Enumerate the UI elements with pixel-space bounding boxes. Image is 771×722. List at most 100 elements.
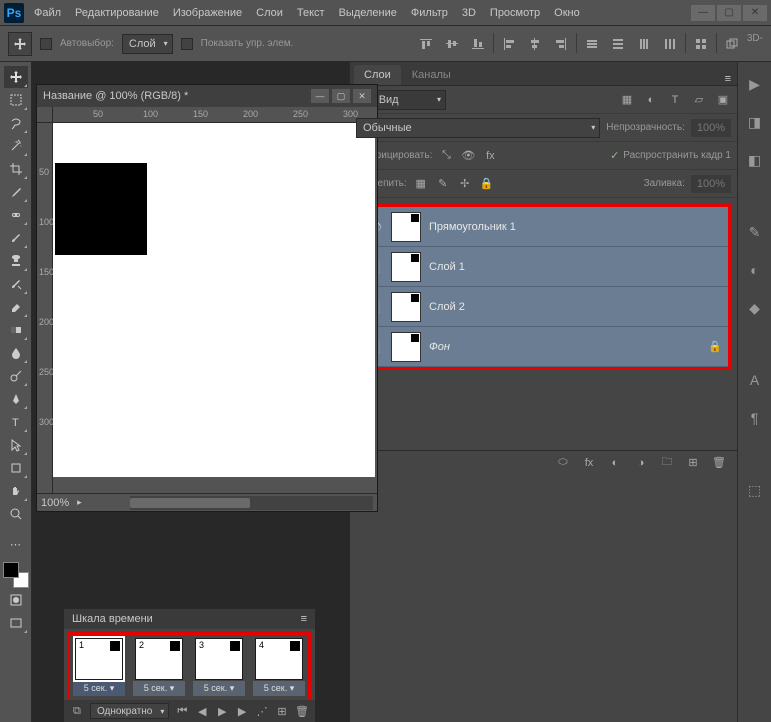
- layer-name[interactable]: Слой 1: [429, 261, 465, 273]
- ruler-horizontal[interactable]: 50 100 150 200 250 300: [53, 107, 377, 123]
- ruler-vertical[interactable]: 50 100 150 200 250 300: [37, 123, 53, 493]
- delete-layer-icon[interactable]: 🗑: [711, 455, 727, 471]
- autoalign-icon[interactable]: [690, 33, 712, 55]
- tab-channels[interactable]: Каналы: [402, 65, 461, 85]
- new-layer-icon[interactable]: ⊞: [685, 455, 701, 471]
- dodge-tool[interactable]: [4, 365, 28, 387]
- convert-timeline-icon[interactable]: ⧉: [70, 703, 84, 719]
- layer-thumb[interactable]: [391, 212, 421, 242]
- frame-delay-4[interactable]: 5 сек. ▾: [253, 681, 305, 696]
- history-dock-icon[interactable]: ▶: [743, 72, 767, 96]
- foreground-color-swatch[interactable]: [3, 562, 19, 578]
- tween-icon[interactable]: ⋰: [255, 703, 269, 719]
- unify-position-icon[interactable]: ⤡: [438, 148, 454, 164]
- autoselect-scope-dropdown[interactable]: Слой: [122, 34, 173, 54]
- layer-name[interactable]: Слой 2: [429, 301, 465, 313]
- stamp-tool[interactable]: [4, 250, 28, 272]
- screenmode-button[interactable]: [4, 612, 28, 634]
- gradient-tool[interactable]: [4, 319, 28, 341]
- zoom-level[interactable]: 100%: [41, 497, 69, 509]
- layer-fx-icon[interactable]: fx: [581, 455, 597, 471]
- layer-row[interactable]: Фон 🔒: [359, 327, 728, 367]
- align-left-icon[interactable]: [498, 33, 520, 55]
- fill-field[interactable]: 100%: [691, 175, 731, 193]
- menu-layers[interactable]: Слои: [254, 4, 285, 22]
- adjustments-dock-icon[interactable]: ◐: [743, 258, 767, 282]
- menu-3d[interactable]: 3D: [460, 4, 478, 22]
- color-dock-icon[interactable]: ◨: [743, 110, 767, 134]
- lock-paint-icon[interactable]: ✎: [435, 176, 451, 192]
- filter-pixel-icon[interactable]: ▦: [619, 92, 635, 108]
- layer-name[interactable]: Прямоугольник 1: [429, 221, 516, 233]
- opacity-field[interactable]: 100%: [691, 119, 731, 137]
- frame-delay-2[interactable]: 5 сек. ▾: [133, 681, 185, 696]
- quickmask-button[interactable]: [4, 589, 28, 611]
- timeline-header[interactable]: Шкала времени ≡: [64, 609, 315, 629]
- zoom-tool[interactable]: [4, 503, 28, 525]
- autoselect-checkbox[interactable]: [40, 38, 52, 50]
- brushes-dock-icon[interactable]: ✎: [743, 220, 767, 244]
- align-top-icon[interactable]: [415, 33, 437, 55]
- crop-tool[interactable]: [4, 158, 28, 180]
- canvas[interactable]: [53, 123, 375, 477]
- align-hcenter-icon[interactable]: [524, 33, 546, 55]
- unify-visibility-icon[interactable]: 👁: [460, 148, 476, 164]
- frame-1[interactable]: 1 5 сек. ▾: [73, 638, 125, 696]
- eyedropper-tool[interactable]: [4, 181, 28, 203]
- prev-frame-icon[interactable]: ◀: [195, 703, 209, 719]
- brush-tool[interactable]: [4, 227, 28, 249]
- lock-all-icon[interactable]: 🔒: [479, 176, 495, 192]
- filter-smart-icon[interactable]: ▣: [715, 92, 731, 108]
- layer-thumb[interactable]: [391, 252, 421, 282]
- menu-select[interactable]: Выделение: [337, 4, 399, 22]
- type-tool[interactable]: T: [4, 411, 28, 433]
- panel-menu-icon[interactable]: ≡: [725, 73, 731, 85]
- doc-close-button[interactable]: ✕: [353, 89, 371, 103]
- canvas-viewport[interactable]: [53, 123, 377, 493]
- horizontal-scrollbar[interactable]: [130, 496, 373, 510]
- menu-filter[interactable]: Фильтр: [409, 4, 450, 22]
- lasso-tool[interactable]: [4, 112, 28, 134]
- distribute-1-icon[interactable]: [581, 33, 603, 55]
- edit-toolbar-button[interactable]: ⋯: [4, 533, 28, 555]
- healing-tool[interactable]: [4, 204, 28, 226]
- pen-tool[interactable]: [4, 388, 28, 410]
- layer-row[interactable]: Слой 1: [359, 247, 728, 287]
- maximize-button[interactable]: ▢: [717, 5, 741, 21]
- frame-3[interactable]: 3 5 сек. ▾: [193, 638, 245, 696]
- menu-file[interactable]: Файл: [32, 4, 63, 22]
- blend-mode-dropdown[interactable]: Обычные: [356, 118, 600, 138]
- align-vcenter-icon[interactable]: [441, 33, 463, 55]
- 3d-mode-icon[interactable]: [721, 33, 743, 55]
- distribute-4-icon[interactable]: [659, 33, 681, 55]
- blur-tool[interactable]: [4, 342, 28, 364]
- filter-shape-icon[interactable]: ▱: [691, 92, 707, 108]
- rectangle-shape[interactable]: [55, 163, 147, 255]
- lock-pixels-icon[interactable]: ▦: [413, 176, 429, 192]
- menu-view[interactable]: Просмотр: [488, 4, 542, 22]
- doc-minimize-button[interactable]: —: [311, 89, 329, 103]
- frame-delay-3[interactable]: 5 сек. ▾: [193, 681, 245, 696]
- status-chevron-icon[interactable]: ▸: [77, 497, 82, 508]
- tab-layers[interactable]: Слои: [354, 65, 401, 85]
- duplicate-frame-icon[interactable]: ⊞: [275, 703, 289, 719]
- layer-mask-icon[interactable]: ◐: [607, 455, 623, 471]
- timeline-menu-icon[interactable]: ≡: [301, 613, 307, 625]
- loop-dropdown[interactable]: Однократно: [90, 703, 169, 719]
- close-button[interactable]: ✕: [743, 5, 767, 21]
- current-tool-icon[interactable]: [8, 32, 32, 56]
- align-right-icon[interactable]: [550, 33, 572, 55]
- character-dock-icon[interactable]: A: [743, 368, 767, 392]
- path-select-tool[interactable]: [4, 434, 28, 456]
- frame-2[interactable]: 2 5 сек. ▾: [133, 638, 185, 696]
- delete-frame-icon[interactable]: 🗑: [295, 703, 309, 719]
- eraser-tool[interactable]: [4, 296, 28, 318]
- unify-style-icon[interactable]: fx: [482, 148, 498, 164]
- shape-tool[interactable]: [4, 457, 28, 479]
- move-tool[interactable]: [4, 66, 28, 88]
- menu-window[interactable]: Окно: [552, 4, 582, 22]
- distribute-3-icon[interactable]: [633, 33, 655, 55]
- align-bottom-icon[interactable]: [467, 33, 489, 55]
- layer-row[interactable]: 👁 Прямоугольник 1: [359, 207, 728, 247]
- adjustment-layer-icon[interactable]: ◑: [633, 455, 649, 471]
